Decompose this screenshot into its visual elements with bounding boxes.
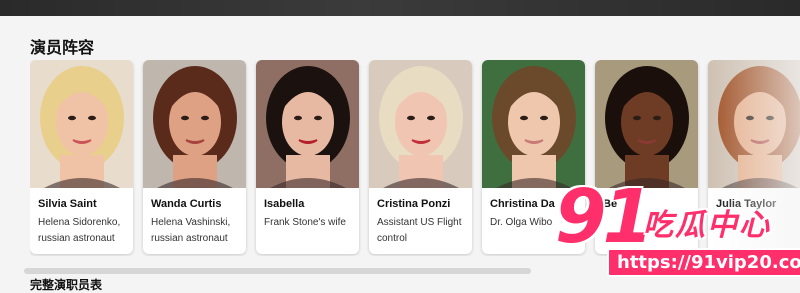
actor-name[interactable]: Silvia Saint xyxy=(38,198,97,210)
watermark-text: 吃瓜中心 xyxy=(643,208,771,243)
actor-photo[interactable] xyxy=(143,60,246,188)
actor-photo[interactable] xyxy=(482,60,585,188)
cast-card[interactable]: Wanda Curtis Helena Vashinski, russian as… xyxy=(143,60,246,254)
cast-section-title: 演员阵容 xyxy=(30,38,95,57)
actor-photo[interactable] xyxy=(595,60,698,188)
watermark-url: https://91vip20.com xyxy=(607,248,800,277)
actor-name[interactable]: Cristina Ponzi xyxy=(377,198,450,210)
actor-photo[interactable] xyxy=(30,60,133,188)
full-cast-crew-title[interactable]: 完整演职员表 xyxy=(30,276,102,293)
cast-card[interactable]: Cristina Ponzi Assistant US Flight contro… xyxy=(369,60,472,254)
actor-name[interactable]: Christina Da xyxy=(490,198,555,210)
actor-name[interactable]: Isabella xyxy=(264,198,304,210)
watermark-number: 91 xyxy=(555,174,654,260)
top-banner-edge xyxy=(0,0,800,16)
actor-name[interactable]: Wanda Curtis xyxy=(151,198,222,210)
cast-card[interactable]: Silvia Saint Helena Sidorenko, russian as… xyxy=(30,60,133,254)
cast-card[interactable]: Isabella Frank Stone's wife xyxy=(256,60,359,254)
character-name: Helena Vashinski, russian astronaut xyxy=(151,217,231,244)
actor-photo[interactable] xyxy=(369,60,472,188)
watermark-logo: 91 吃瓜中心 https://91vip20.com xyxy=(555,174,800,280)
carousel-scrollbar[interactable] xyxy=(24,268,531,274)
character-name: Frank Stone's wife xyxy=(264,217,346,228)
character-name: Helena Sidorenko, russian astronaut xyxy=(38,217,121,244)
actor-photo[interactable] xyxy=(256,60,359,188)
actor-photo[interactable] xyxy=(708,60,800,188)
character-name: Assistant US Flight control xyxy=(377,217,462,244)
